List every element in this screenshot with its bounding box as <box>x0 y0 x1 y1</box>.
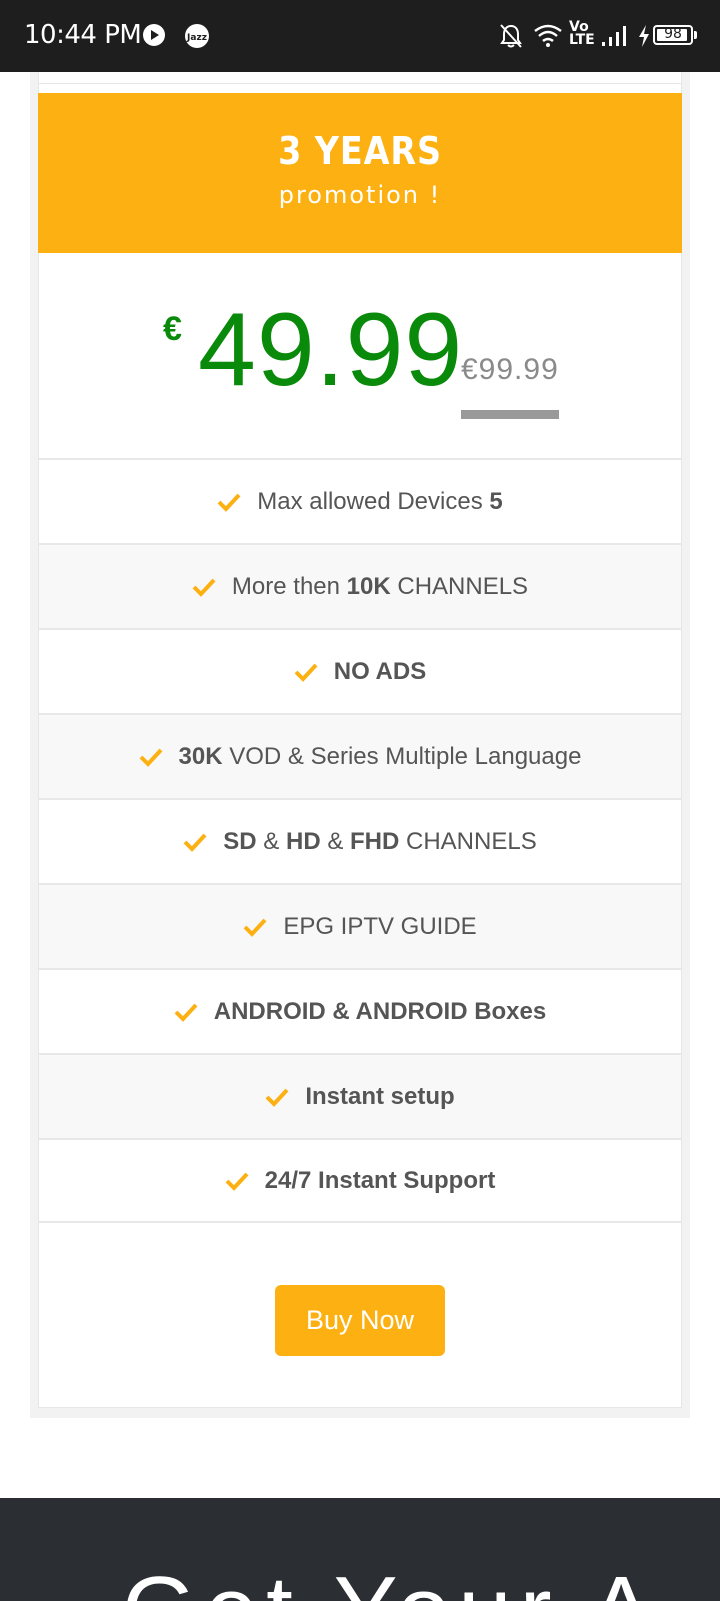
check-icon <box>217 493 241 512</box>
status-time: 10:44 PM <box>24 20 142 50</box>
feature-label: SD & HD & FHD CHANNELS <box>223 828 536 856</box>
feature-text: NO ADS <box>333 657 427 685</box>
old-price-strike <box>461 410 559 419</box>
feature-row: More then 10K CHANNELS <box>39 543 681 628</box>
feature-text: VOD & Series Multiple Language <box>222 742 582 770</box>
feature-row: 30K VOD & Series Multiple Language <box>39 713 681 798</box>
feature-text: ANDROID & ANDROID Boxes <box>213 997 547 1025</box>
feature-row: SD & HD & FHD CHANNELS <box>39 798 681 883</box>
feature-text: 5 <box>489 487 503 515</box>
feature-row: EPG IPTV GUIDE <box>39 883 681 968</box>
price-area: € 49.99 €99.99 <box>38 253 682 459</box>
feature-text: HD <box>285 827 321 855</box>
feature-text: CHANNELS <box>399 827 537 855</box>
check-icon <box>265 1088 289 1107</box>
media-app-icon <box>143 24 165 46</box>
feature-label: NO ADS <box>334 658 426 686</box>
jazz-app-icon: Jazz <box>185 24 209 48</box>
plan-price: 49.99 <box>198 292 464 408</box>
feature-text: SD <box>223 827 257 855</box>
feature-label: More then 10K CHANNELS <box>232 573 528 601</box>
battery-icon: 98 <box>653 25 693 45</box>
feature-row: Instant setup <box>39 1053 681 1138</box>
old-price: €99.99 <box>461 353 559 386</box>
previous-card-edge <box>38 72 682 84</box>
plan-title: 3 YEARS <box>278 129 442 173</box>
feature-label: Max allowed Devices 5 <box>257 488 502 516</box>
status-bar: 10:44 PM Jazz Vo LTE 98 <box>0 0 720 72</box>
feature-text: CHANNELS <box>390 572 529 600</box>
feature-text: FHD <box>350 827 400 855</box>
feature-text: Instant setup <box>305 1082 455 1110</box>
feature-text: 24/7 Instant Support <box>264 1166 496 1194</box>
feature-text: & <box>320 827 350 855</box>
feature-text: 30K <box>178 742 223 770</box>
feature-list: Max allowed Devices 5 More then 10K CHANN… <box>39 458 681 1223</box>
svg-text:Jazz: Jazz <box>186 33 207 43</box>
feature-label: ANDROID & ANDROID Boxes <box>214 998 546 1026</box>
battery-level: 98 <box>664 26 682 42</box>
feature-text: & <box>256 827 286 855</box>
feature-label: Instant setup <box>305 1083 454 1111</box>
feature-label: 30K VOD & Series Multiple Language <box>179 743 582 771</box>
feature-label: 24/7 Instant Support <box>265 1167 496 1195</box>
buy-now-button[interactable]: Buy Now <box>275 1285 445 1356</box>
feature-row: 24/7 Instant Support <box>39 1138 681 1223</box>
feature-row: ANDROID & ANDROID Boxes <box>39 968 681 1053</box>
check-icon <box>174 1003 198 1022</box>
plan-subtitle: promotion ! <box>278 181 442 209</box>
check-icon <box>183 833 207 852</box>
notifications-off-icon <box>500 24 522 48</box>
plan-header: 3 YEARS promotion ! <box>38 93 682 253</box>
volte-indicator: Vo LTE <box>569 19 595 48</box>
feature-text: Max allowed Devices <box>257 487 490 515</box>
footer-heading: Get Your A <box>122 1556 661 1601</box>
check-icon <box>294 663 318 682</box>
check-icon <box>225 1172 249 1191</box>
feature-label: EPG IPTV GUIDE <box>283 913 476 941</box>
feature-row: NO ADS <box>39 628 681 713</box>
check-icon <box>243 918 267 937</box>
battery-tip <box>694 31 697 39</box>
feature-text: EPG IPTV GUIDE <box>283 912 477 940</box>
feature-text: 10K <box>346 572 391 600</box>
check-icon <box>192 578 216 597</box>
currency-symbol: € <box>163 310 182 348</box>
signal-icon <box>602 26 626 46</box>
feature-text: More then <box>231 572 347 600</box>
feature-row: Max allowed Devices 5 <box>39 458 681 543</box>
check-icon <box>139 748 163 767</box>
wifi-icon <box>534 24 562 47</box>
charging-icon <box>639 25 649 47</box>
footer-section: Get Your A <box>0 1498 720 1601</box>
